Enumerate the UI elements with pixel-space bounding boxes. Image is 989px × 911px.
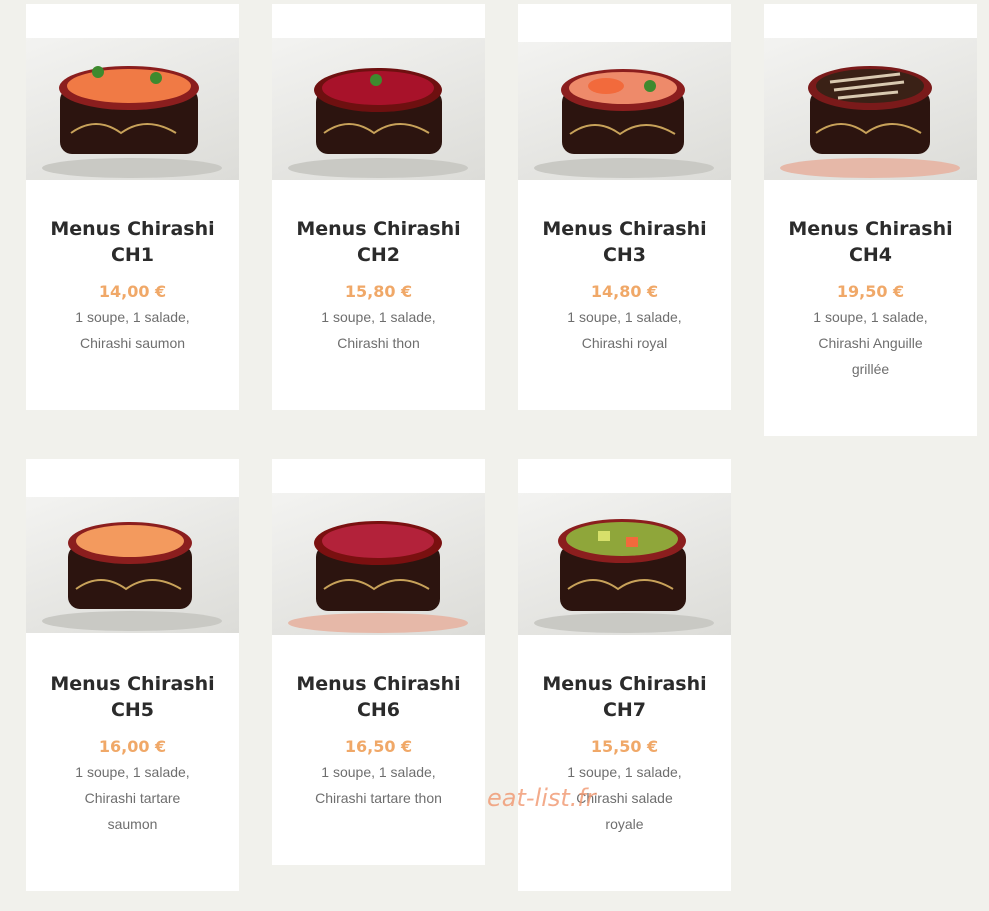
desc-line: 1 soupe, 1 salade, <box>567 764 682 780</box>
menu-card-ch2[interactable]: Menus Chirashi CH2 15,80 € 1 soupe, 1 sa… <box>272 4 485 410</box>
menu-description: 1 soupe, 1 salade, Chirashi saumon <box>26 304 239 356</box>
chirashi-bowl-image <box>272 38 485 180</box>
menu-card-ch5[interactable]: Menus Chirashi CH5 16,00 € 1 soupe, 1 sa… <box>26 459 239 891</box>
menu-description: 1 soupe, 1 salade, Chirashi thon <box>272 304 485 356</box>
menu-title-text: Menus Chirashi CH4 <box>788 218 953 266</box>
watermark-text: eat-list.fr <box>487 784 596 812</box>
menu-card-ch4[interactable]: Menus Chirashi CH4 19,50 € 1 soupe, 1 sa… <box>764 4 977 436</box>
menu-title: Menus Chirashi CH6 <box>272 671 485 723</box>
chirashi-bowl-image <box>764 38 977 180</box>
menu-title-text: Menus Chirashi CH2 <box>296 218 461 266</box>
desc-line: 1 soupe, 1 salade, <box>321 764 436 780</box>
menu-description: 1 soupe, 1 salade, Chirashi royal <box>518 304 731 356</box>
menu-title: Menus Chirashi CH1 <box>26 216 239 268</box>
menu-title-text: Menus Chirashi CH1 <box>50 218 215 266</box>
bowl-illustration <box>288 521 468 633</box>
chirashi-bowl-image <box>518 42 731 180</box>
desc-line: Chirashi saumon <box>79 335 186 351</box>
desc-line: saumon <box>107 816 158 832</box>
chirashi-bowl-image <box>518 493 731 635</box>
menu-title-text: Menus Chirashi CH6 <box>296 673 461 721</box>
desc-line: royale <box>605 816 644 832</box>
chirashi-bowl-image <box>26 38 239 180</box>
bowl-illustration <box>42 522 222 631</box>
menu-title-text: Menus Chirashi CH3 <box>542 218 707 266</box>
menu-card-ch3[interactable]: Menus Chirashi CH3 14,80 € 1 soupe, 1 sa… <box>518 4 731 410</box>
menu-description: 1 soupe, 1 salade, Chirashi tartare saum… <box>26 759 239 837</box>
chirashi-bowl-image <box>26 497 239 633</box>
menu-description: 1 soupe, 1 salade, Chirashi tartare thon <box>272 759 485 811</box>
bowl-illustration <box>534 69 714 178</box>
menu-title: Menus Chirashi CH3 <box>518 216 731 268</box>
desc-line: Chirashi royal <box>581 335 668 351</box>
menu-title: Menus Chirashi CH2 <box>272 216 485 268</box>
bowl-illustration <box>780 66 960 178</box>
desc-line: Chirashi tartare <box>84 790 181 806</box>
menu-price: 14,80 € <box>590 282 659 301</box>
desc-line: Chirashi Anguille <box>818 335 923 351</box>
menu-description: 1 soupe, 1 salade, Chirashi Anguille gri… <box>764 304 977 382</box>
desc-line: 1 soupe, 1 salade, <box>75 309 190 325</box>
menu-price: 15,80 € <box>344 282 413 301</box>
menu-card-ch1[interactable]: Menus Chirashi CH1 14,00 € 1 soupe, 1 sa… <box>26 4 239 410</box>
menu-price: 14,00 € <box>98 282 167 301</box>
menu-title: Menus Chirashi CH5 <box>26 671 239 723</box>
desc-line: grillée <box>851 361 890 377</box>
desc-line: 1 soupe, 1 salade, <box>567 309 682 325</box>
desc-line: 1 soupe, 1 salade, <box>75 764 190 780</box>
menu-title: Menus Chirashi CH4 <box>764 216 977 268</box>
bowl-illustration <box>288 68 468 178</box>
chirashi-bowl-image <box>272 493 485 635</box>
bowl-illustration <box>42 66 222 178</box>
menu-price: 16,00 € <box>98 737 167 756</box>
menu-card-ch7[interactable]: Menus Chirashi CH7 15,50 € 1 soupe, 1 sa… <box>518 459 731 891</box>
menu-price: 15,50 € <box>590 737 659 756</box>
menu-price: 16,50 € <box>344 737 413 756</box>
desc-line: 1 soupe, 1 salade, <box>321 309 436 325</box>
bowl-illustration <box>534 519 714 633</box>
menu-price: 19,50 € <box>836 282 905 301</box>
desc-line: Chirashi thon <box>337 335 420 351</box>
desc-line: Chirashi tartare thon <box>315 790 442 806</box>
menu-title: Menus Chirashi CH7 <box>518 671 731 723</box>
menu-title-text: Menus Chirashi CH7 <box>542 673 707 721</box>
desc-line: 1 soupe, 1 salade, <box>813 309 928 325</box>
menu-card-ch6[interactable]: Menus Chirashi CH6 16,50 € 1 soupe, 1 sa… <box>272 459 485 865</box>
menu-title-text: Menus Chirashi CH5 <box>50 673 215 721</box>
